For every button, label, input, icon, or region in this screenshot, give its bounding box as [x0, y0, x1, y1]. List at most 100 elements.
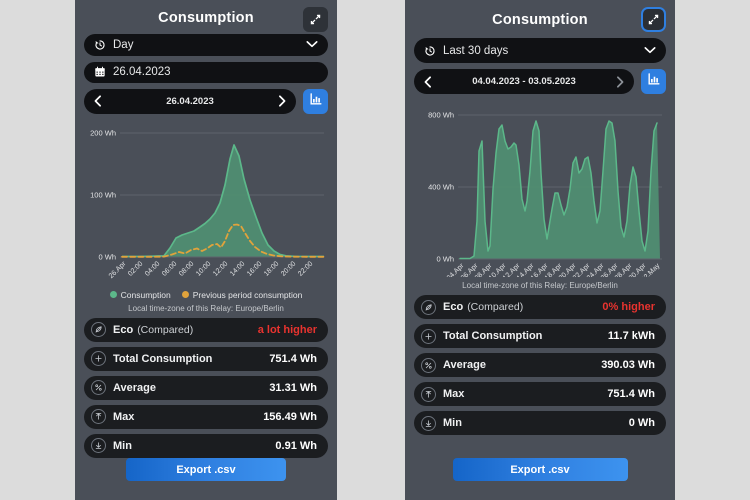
collapse-button[interactable] — [641, 7, 666, 32]
chart-legend: Consumption Previous period consumption — [84, 290, 328, 300]
period-select-value: Day — [113, 38, 134, 51]
stat-row-min[interactable]: Min 0 Wh — [414, 411, 666, 435]
page-title: Consumption — [492, 12, 588, 28]
chart-mode-button[interactable] — [641, 69, 666, 94]
legend-item: Consumption — [109, 289, 171, 300]
ytick-100: 100 Wh — [90, 190, 116, 199]
range-label: 26.04.2023 — [166, 95, 214, 107]
stat-label: Min — [443, 417, 462, 429]
chevron-right-icon[interactable] — [277, 95, 287, 108]
percent-icon — [91, 380, 106, 396]
collapse-button[interactable] — [303, 7, 328, 32]
xtick-group-day: 26.Apr 02:00 04:00 06:00 08:00 10:00 12:… — [108, 260, 315, 280]
xtick: 06:00 — [161, 260, 178, 277]
stat-label: Total Consumption — [443, 330, 543, 342]
collapse-arrows-icon — [647, 13, 660, 26]
export-csv-button[interactable]: Export .csv — [452, 458, 628, 481]
stat-row-min[interactable]: Min 0.91 Wh — [84, 433, 328, 458]
chevron-left-icon[interactable] — [423, 75, 433, 88]
stat-sublabel: (Compared) — [467, 301, 524, 313]
xtick: 20:00 — [280, 260, 297, 277]
stat-row-max[interactable]: Max 156.49 Wh — [84, 404, 328, 429]
xtick: 22:00 — [297, 260, 314, 277]
consumption-panel-day: Consumption Day 26.04.2023 26.04.2023 20… — [75, 0, 337, 500]
consumption-chart-last30: 800 Wh 400 Wh 0 Wh 04.Apr 06.Apr 08.Apr … — [414, 101, 666, 277]
history-icon — [424, 45, 436, 57]
xtick: 26.Apr — [108, 260, 128, 280]
stat-row-total-consumption[interactable]: Total Consumption 751.4 Wh — [84, 346, 328, 371]
xtick: 16:00 — [246, 260, 263, 277]
stat-label: Total Consumption — [113, 352, 213, 365]
leaf-icon — [421, 299, 436, 315]
arrow-up-icon — [421, 386, 436, 402]
stat-value: 0 Wh — [628, 417, 655, 429]
stat-sublabel: (Compared) — [137, 323, 194, 336]
chevron-left-icon[interactable] — [93, 95, 103, 108]
stat-value: 751.4 Wh — [607, 388, 655, 400]
ytick-400: 400 Wh — [428, 183, 454, 192]
stat-label: Min — [113, 439, 132, 452]
stat-value: 390.03 Wh — [601, 359, 655, 371]
stats-list-last30: Eco (Compared) 0% higher Total Consumpti… — [414, 295, 666, 435]
stat-label: Max — [443, 388, 465, 400]
xtick: 04:00 — [144, 260, 161, 277]
period-select[interactable]: Last 30 days — [414, 38, 666, 63]
stat-row-average[interactable]: Average 31.31 Wh — [84, 375, 328, 400]
stat-value: 11.7 kWh — [607, 330, 655, 342]
xtick: 18:00 — [263, 260, 280, 277]
consumption-panel-last30: Consumption Last 30 days 04.04.2023 - 03… — [405, 0, 675, 500]
bar-chart-icon — [647, 72, 661, 91]
chevron-down-icon — [644, 45, 656, 57]
history-icon — [94, 39, 106, 51]
percent-icon — [421, 357, 436, 373]
export-row: Export .csv — [84, 458, 328, 500]
chart-mode-button[interactable] — [303, 88, 328, 114]
stat-label: Eco — [113, 323, 134, 336]
stat-value: 156.49 Wh — [263, 410, 317, 423]
timezone-note: Local time-zone of this Relay: Europe/Be… — [128, 303, 284, 313]
stat-row-eco[interactable]: Eco (Compared) 0% higher — [414, 295, 666, 319]
series-consumption-area — [122, 144, 324, 257]
stat-row-total-consumption[interactable]: Total Consumption 11.7 kWh — [414, 324, 666, 348]
stat-label: Average — [443, 359, 487, 371]
screenshot-stage: Consumption Day 26.04.2023 26.04.2023 20… — [0, 0, 750, 500]
stat-value: a lot higher — [257, 323, 317, 336]
date-field[interactable]: 26.04.2023 — [84, 61, 328, 83]
range-nav: 04.04.2023 - 03.05.2023 — [414, 69, 634, 94]
xtick: 14:00 — [229, 260, 246, 277]
stats-list-day: Eco (Compared) a lot higher Total Consum… — [84, 317, 328, 458]
range-nav: 26.04.2023 — [84, 88, 296, 114]
chevron-right-icon[interactable] — [615, 75, 625, 88]
period-select[interactable]: Day — [84, 34, 328, 56]
plus-icon — [91, 351, 106, 367]
legend-label: Previous period consumption — [192, 289, 303, 300]
xtick: 10:00 — [195, 260, 212, 277]
chevron-down-icon — [306, 39, 318, 51]
export-csv-button[interactable]: Export .csv — [126, 458, 286, 481]
xtick-group-last30: 04.Apr 06.Apr 08.Apr 10.Apr 12.Apr 14.Ap… — [446, 262, 662, 277]
arrow-down-icon — [91, 438, 106, 454]
range-nav-row: 04.04.2023 - 03.05.2023 — [414, 69, 666, 94]
consumption-chart-day: 200 Wh 100 Wh 0 Wh 26.Apr 02:00 04:00 06… — [84, 121, 328, 300]
period-select-value: Last 30 days — [443, 44, 509, 57]
stat-label: Max — [113, 410, 135, 423]
stat-row-max[interactable]: Max 751.4 Wh — [414, 382, 666, 406]
stat-row-eco[interactable]: Eco (Compared) a lot higher — [84, 317, 328, 342]
chart-svg-day: 200 Wh 100 Wh 0 Wh 26.Apr 02:00 04:00 06… — [90, 128, 325, 280]
export-row: Export .csv — [414, 458, 666, 500]
stat-value: 751.4 Wh — [269, 352, 317, 365]
range-nav-row: 26.04.2023 — [84, 88, 328, 114]
date-field-value: 26.04.2023 — [113, 66, 171, 79]
panel-header: Consumption — [414, 7, 666, 33]
stat-label: Average — [113, 381, 157, 394]
stat-row-average[interactable]: Average 390.03 Wh — [414, 353, 666, 377]
bar-chart-icon — [309, 92, 323, 111]
stat-value: 31.31 Wh — [269, 381, 317, 394]
stat-value: 0.91 Wh — [275, 439, 317, 452]
xtick: 08:00 — [178, 260, 195, 277]
legend-item: Previous period consumption — [181, 289, 303, 300]
legend-label: Consumption — [120, 289, 171, 300]
range-label: 04.04.2023 - 03.05.2023 — [472, 76, 576, 87]
calendar-icon — [94, 66, 106, 78]
page-title: Consumption — [158, 10, 254, 27]
